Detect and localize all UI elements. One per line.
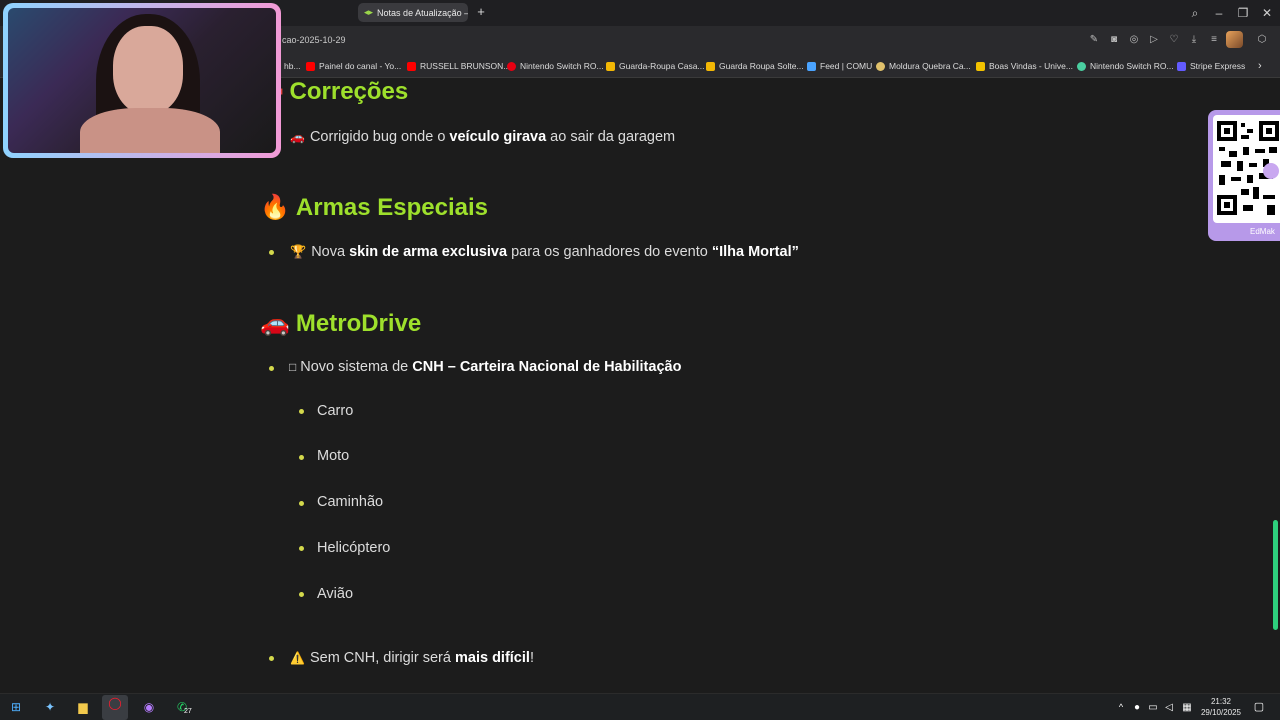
search-icon[interactable]: ⌕ bbox=[1186, 4, 1204, 22]
restore-icon[interactable]: ❐ bbox=[1234, 4, 1252, 22]
star-icon bbox=[976, 61, 985, 71]
qr-label: EdMak bbox=[1250, 227, 1275, 236]
store-icon bbox=[706, 61, 715, 71]
bookmark-item[interactable]: Stripe Express bbox=[1177, 59, 1245, 73]
section-heading-metrodrive: 🚗 MetroDrive bbox=[260, 310, 422, 337]
tab-title: Notas de Atualização — bbox=[377, 7, 468, 18]
address-bar[interactable]: cao-2025-10-29 bbox=[282, 30, 1072, 51]
bookmark-item[interactable]: Painel do canal - Yo... bbox=[306, 59, 401, 73]
camera-icon[interactable]: ◙ bbox=[1107, 33, 1121, 47]
sub-list-item: Carro bbox=[317, 403, 354, 419]
minimize-icon[interactable]: – bbox=[1210, 4, 1228, 22]
section-heading-correcoes: ▪Correções bbox=[275, 78, 408, 106]
sub-list-item: Helicóptero bbox=[317, 540, 391, 556]
heart-icon[interactable]: ♡ bbox=[1167, 33, 1181, 47]
new-tab-button[interactable]: + bbox=[474, 5, 488, 19]
frame-icon bbox=[876, 61, 885, 71]
file-explorer-icon[interactable]: ▆ bbox=[74, 699, 92, 716]
nintendo-icon bbox=[507, 61, 516, 71]
taskbar: ⊞ ✦ ▆ ◯ ◉ ✆ 27 ^ ● ▭ ◁ ▦ 21:32 29/10/202… bbox=[0, 693, 1280, 720]
youtube-icon bbox=[306, 61, 315, 71]
download-icon[interactable]: ⤓ bbox=[1187, 33, 1201, 47]
sub-list-item: Caminhão bbox=[317, 494, 384, 510]
clock-time: 21:32 bbox=[1210, 697, 1232, 706]
bookmark-item[interactable]: hb... bbox=[284, 59, 301, 73]
warning-icon: ⚠️ bbox=[290, 651, 305, 665]
stripe-icon bbox=[1177, 61, 1186, 71]
page-content bbox=[0, 78, 1280, 693]
system-clock[interactable]: 21:32 29/10/2025 bbox=[1196, 696, 1246, 718]
bookmark-item[interactable]: Boas Vindas - Unive... bbox=[976, 59, 1073, 73]
tab-favicon-icon: ◂▸ bbox=[364, 7, 374, 17]
youtube-icon bbox=[407, 61, 416, 71]
bullet bbox=[299, 546, 304, 551]
section-heading-armas: 🔥 Armas Especiais bbox=[260, 194, 489, 221]
qr-code-card bbox=[1208, 110, 1280, 241]
nintendo-icon bbox=[1077, 61, 1086, 71]
bullet bbox=[299, 501, 304, 506]
bookmarks-overflow-icon[interactable]: › bbox=[1258, 59, 1262, 73]
bookmark-item[interactable]: Feed | COMU bbox=[807, 59, 872, 73]
store-icon bbox=[606, 61, 615, 71]
webcam-video bbox=[8, 8, 276, 153]
qr-code-image bbox=[1213, 115, 1280, 223]
bookmark-item[interactable]: Nintendo Switch RO... bbox=[1077, 59, 1174, 73]
streamer-face bbox=[113, 26, 183, 114]
bookmark-item[interactable]: Nintendo Switch RO... bbox=[507, 59, 604, 73]
menu-icon[interactable]: ≡ bbox=[1207, 33, 1221, 47]
list-item: 🚗 Corrigido bug onde o veículo girava ao … bbox=[290, 129, 676, 145]
edit-icon[interactable]: ✎ bbox=[1087, 33, 1101, 47]
play-icon[interactable]: ▷ bbox=[1147, 33, 1161, 47]
clock-date: 29/10/2025 bbox=[1200, 708, 1242, 717]
copilot-icon[interactable]: ✦ bbox=[41, 699, 59, 716]
qr-code-icon bbox=[1217, 121, 1279, 215]
shield-icon[interactable]: ◎ bbox=[1127, 33, 1141, 47]
feed-icon bbox=[807, 61, 816, 71]
list-item: □ Novo sistema de CNH – Carteira Nacional… bbox=[289, 359, 682, 375]
bookmark-item[interactable]: RUSSELL BRUNSON... bbox=[407, 59, 510, 73]
extension-icon[interactable]: ⬡ bbox=[1255, 33, 1269, 47]
windows-start-icon[interactable]: ⊞ bbox=[7, 699, 25, 716]
list-item: 🏆 Nova skin de arma exclusiva para os gan… bbox=[290, 244, 799, 260]
bookmark-item[interactable]: Guarda-Roupa Casa... bbox=[606, 59, 705, 73]
bullet bbox=[299, 455, 304, 460]
list-item: ⚠️ Sem CNH, dirigir será mais difícil! bbox=[290, 650, 534, 666]
bookmark-item[interactable]: Guarda Roupa Solte... bbox=[706, 59, 804, 73]
bullet bbox=[299, 409, 304, 414]
scrollbar-thumb[interactable] bbox=[1273, 520, 1278, 630]
sub-list-item: Moto bbox=[317, 448, 350, 464]
placeholder-glyph-icon: □ bbox=[289, 360, 297, 374]
trophy-icon: 🏆 bbox=[290, 244, 307, 259]
bullet bbox=[269, 656, 274, 661]
profile-avatar[interactable] bbox=[1226, 31, 1243, 48]
opera-icon[interactable]: ◯ bbox=[102, 695, 128, 720]
bullet bbox=[299, 592, 304, 597]
active-tab[interactable]: ◂▸ Notas de Atualização — bbox=[358, 3, 468, 22]
car-icon: 🚗 bbox=[290, 130, 305, 144]
streamer-body bbox=[80, 108, 220, 153]
fire-icon: 🔥 bbox=[260, 194, 290, 221]
bookmark-item[interactable]: Moldura Quebra Ca... bbox=[876, 59, 971, 73]
notification-icon[interactable]: ▢ bbox=[1250, 699, 1268, 716]
bullet bbox=[269, 250, 274, 255]
volume-icon[interactable]: ◁ bbox=[1160, 699, 1178, 716]
keyboard-icon[interactable]: ▦ bbox=[1178, 699, 1196, 716]
car-icon: 🚗 bbox=[260, 310, 290, 337]
discord-icon[interactable]: ◉ bbox=[140, 699, 158, 716]
bullet bbox=[269, 366, 274, 371]
close-icon[interactable]: ✕ bbox=[1258, 4, 1276, 22]
sub-list-item: Avião bbox=[317, 586, 354, 602]
whatsapp-badge: 27 bbox=[184, 708, 192, 715]
webcam-overlay bbox=[3, 3, 281, 158]
